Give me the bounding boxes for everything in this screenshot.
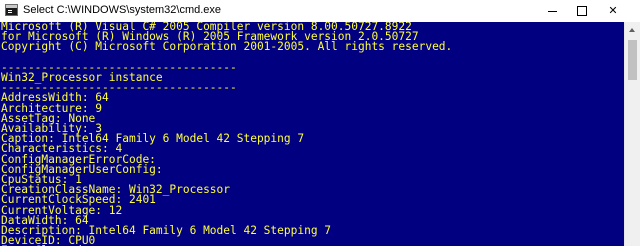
scroll-up-arrow-icon[interactable]: [625, 22, 640, 38]
cmd-console-icon[interactable]: [5, 4, 18, 16]
console-output[interactable]: Microsoft (R) Visual C# 2005 Compiler ve…: [0, 22, 624, 246]
console-line: Copyright (C) Microsoft Corporation 2001…: [1, 40, 453, 54]
cmd-window: Select C:\WINDOWS\system32\cmd.exe ✕ Mic…: [0, 0, 640, 246]
window-title: Select C:\WINDOWS\system32\cmd.exe: [23, 4, 222, 16]
maximize-button[interactable]: [567, 0, 596, 22]
vertical-scrollbar[interactable]: [624, 22, 640, 246]
scroll-thumb[interactable]: [628, 40, 637, 80]
close-button[interactable]: ✕: [598, 0, 628, 22]
console-text[interactable]: Microsoft (R) Visual C# 2005 Compiler ve…: [0, 22, 624, 246]
minimize-icon: [548, 11, 557, 12]
maximize-icon: [577, 6, 587, 16]
minimize-button[interactable]: [538, 0, 567, 22]
close-icon: ✕: [608, 4, 618, 17]
title-bar[interactable]: Select C:\WINDOWS\system32\cmd.exe ✕: [0, 0, 640, 23]
